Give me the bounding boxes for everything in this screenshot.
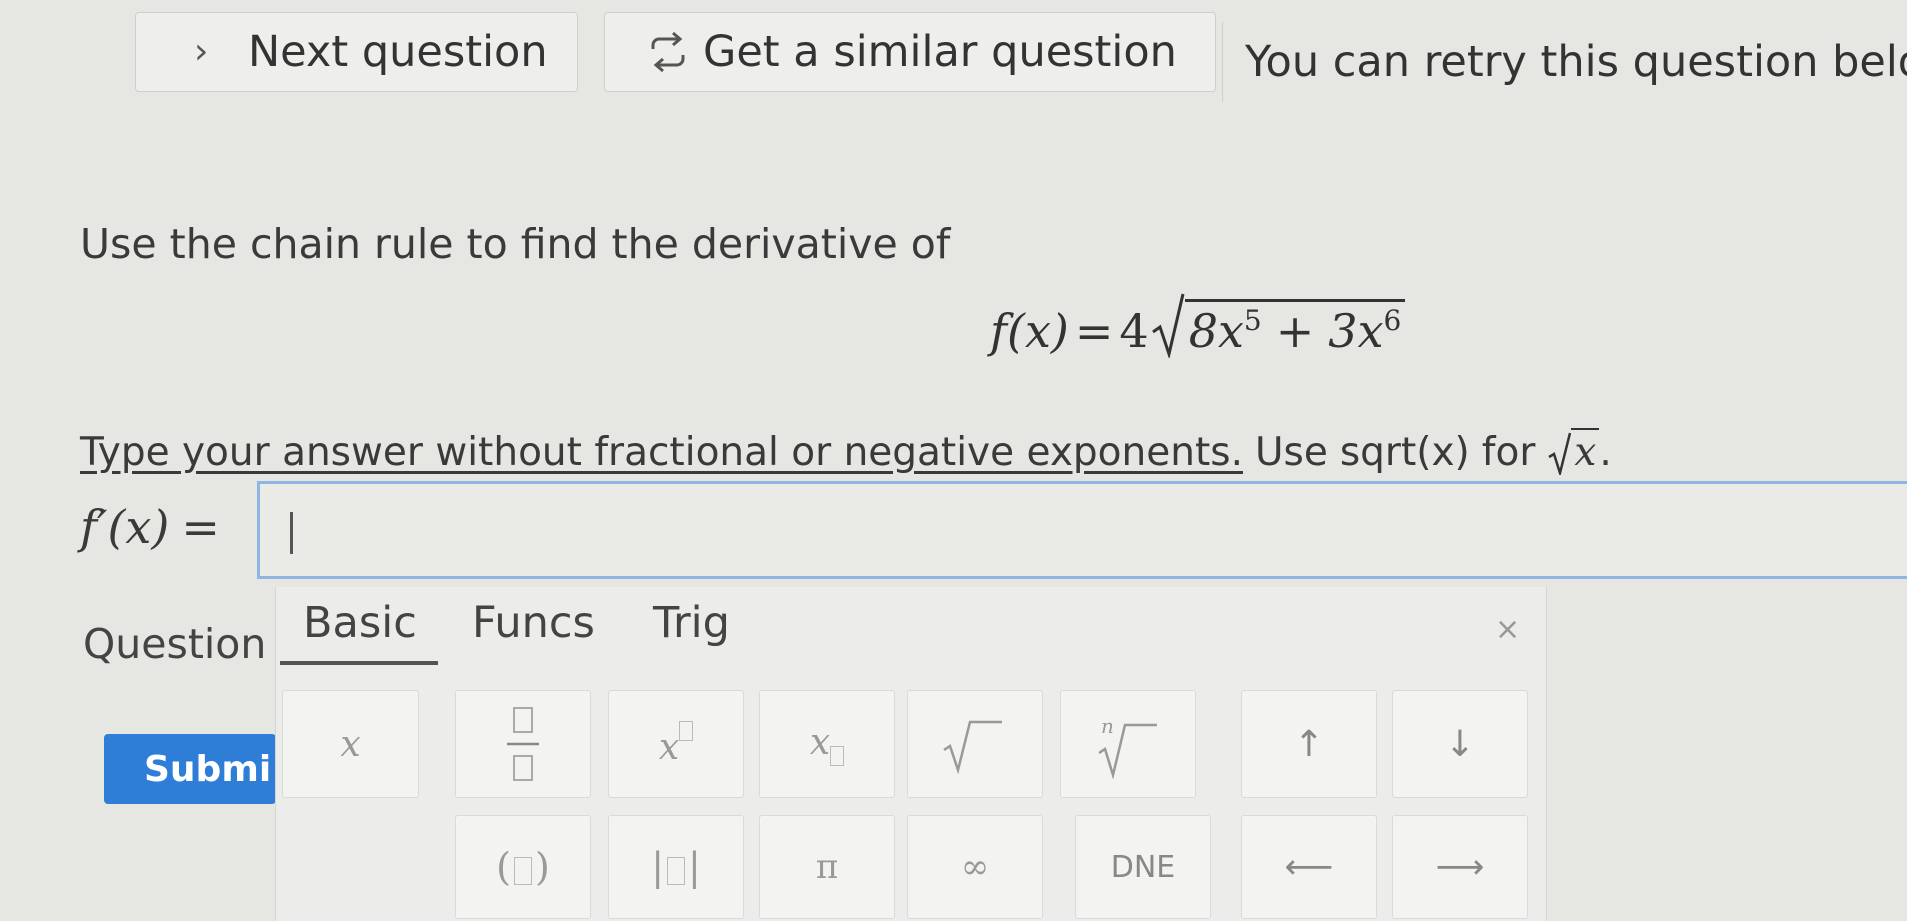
right-arrow-icon: ⟶ xyxy=(1435,847,1485,887)
fraction-icon xyxy=(507,707,539,781)
tab-basic-underline xyxy=(280,661,438,665)
tab-basic[interactable]: Basic xyxy=(303,598,417,648)
dne-label: DNE xyxy=(1110,849,1176,885)
up-arrow-icon: ↑ xyxy=(1293,723,1325,765)
sqrt-icon xyxy=(943,720,1002,774)
instructions-for: for xyxy=(1481,430,1536,475)
text-cursor xyxy=(290,512,293,554)
close-keypad-icon[interactable]: × xyxy=(1495,612,1520,647)
radicand: 8x 5 + 3x 6 xyxy=(1184,299,1406,358)
tab-trig[interactable]: Trig xyxy=(653,598,730,648)
key-infinity[interactable]: ∞ xyxy=(907,815,1043,919)
derivative-label: f′(x) xyxy=(80,500,170,554)
key-pi[interactable]: π xyxy=(759,815,895,919)
answer-input[interactable] xyxy=(257,481,1907,579)
exponent-a: 5 xyxy=(1243,304,1262,337)
retry-text: You can retry this question belov xyxy=(1245,37,1907,87)
key-x-label: x xyxy=(340,723,361,765)
submit-label: Submi xyxy=(144,748,272,790)
key-x[interactable]: x xyxy=(282,690,419,798)
fx-coefficient: 4 xyxy=(1119,304,1149,358)
instructions-underlined: Type your answer without fractional or n… xyxy=(80,430,1243,475)
key-nth-root[interactable]: n xyxy=(1060,690,1196,798)
similar-question-button[interactable]: Get a similar question xyxy=(604,12,1216,92)
key-right-arrow[interactable]: ⟶ xyxy=(1392,815,1528,919)
retry-message: You can retry this question belov xyxy=(1222,22,1907,102)
question-label: Question xyxy=(83,620,267,668)
answer-label: f′(x) = xyxy=(80,500,220,554)
key-left-arrow[interactable]: ⟵ xyxy=(1241,815,1377,919)
radicand-term-b: 3x xyxy=(1328,304,1384,358)
chevron-right-icon: › xyxy=(194,31,209,72)
instructions-period: . xyxy=(1599,430,1612,475)
key-down-arrow[interactable]: ↓ xyxy=(1392,690,1528,798)
key-absolute-value[interactable]: | | xyxy=(608,815,744,919)
left-arrow-icon: ⟵ xyxy=(1284,847,1334,887)
pi-icon: π xyxy=(815,847,839,887)
repeat-icon xyxy=(651,31,685,73)
next-question-button[interactable]: › Next question xyxy=(135,12,578,92)
nth-root-icon: n xyxy=(1098,714,1157,779)
instructions-sqrt-code: sqrt(x) xyxy=(1339,430,1470,475)
superscript-icon: x xyxy=(659,720,694,768)
key-parentheses[interactable]: () xyxy=(455,815,591,919)
key-subscript[interactable]: x xyxy=(759,690,895,798)
key-dne[interactable]: DNE xyxy=(1075,815,1211,919)
radical-sign-icon xyxy=(1151,293,1185,358)
radical-sign-small-icon xyxy=(1548,432,1572,475)
subscript-icon: x xyxy=(810,722,845,766)
fx-equals: = xyxy=(1074,304,1114,358)
instructions-sqrt-arg: x xyxy=(1571,428,1600,475)
parentheses-icon: () xyxy=(496,845,550,889)
radicand-term-a: 8x xyxy=(1188,304,1244,358)
question-prompt: Use the chain rule to find the derivativ… xyxy=(80,220,951,268)
answer-equals: = xyxy=(181,500,220,554)
answer-instructions: Type your answer without fractional or n… xyxy=(80,428,1612,475)
function-expression: f(x) = 4 8x 5 + 3x 6 xyxy=(990,288,1406,358)
similar-question-label: Get a similar question xyxy=(703,27,1177,77)
key-fraction[interactable] xyxy=(455,690,591,798)
plus-sign: + xyxy=(1275,304,1315,358)
exponent-b: 6 xyxy=(1383,304,1402,337)
fx-lhs: f(x) xyxy=(990,304,1069,358)
tab-funcs[interactable]: Funcs xyxy=(472,598,595,648)
absolute-value-icon: | | xyxy=(651,845,701,889)
instructions-use: Use xyxy=(1254,430,1328,475)
svg-text:n: n xyxy=(1101,714,1114,738)
down-arrow-icon: ↓ xyxy=(1444,723,1476,765)
infinity-icon: ∞ xyxy=(960,847,990,887)
submit-button[interactable]: Submi xyxy=(104,734,276,804)
key-superscript[interactable]: x xyxy=(608,690,744,798)
next-question-label: Next question xyxy=(248,27,548,77)
key-up-arrow[interactable]: ↑ xyxy=(1241,690,1377,798)
key-sqrt[interactable] xyxy=(907,690,1043,798)
